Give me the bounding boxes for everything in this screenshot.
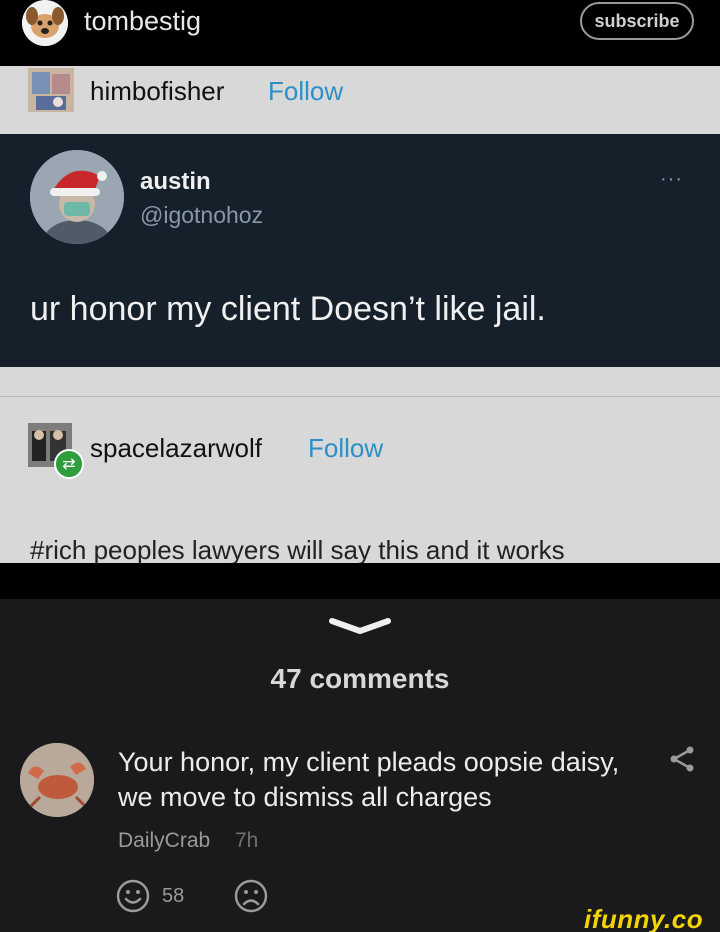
reblog-author-name[interactable]: spacelazarwolf <box>90 433 262 464</box>
chevron-down-icon[interactable] <box>328 617 392 637</box>
reblog-section: ⇄ spacelazarwolf Follow #rich peoples la… <box>0 367 720 565</box>
comments-section: 47 comments Your honor, my client pleads… <box>0 599 720 932</box>
blog-avatar-icon <box>28 68 74 112</box>
like-count: 58 <box>162 885 185 907</box>
post-author-name[interactable]: himbofisher <box>90 76 224 107</box>
comment-author[interactable]: DailyCrab <box>118 829 210 853</box>
frown-icon[interactable] <box>234 879 268 913</box>
comment-timestamp: 7h <box>235 829 259 852</box>
smile-icon[interactable] <box>116 879 150 913</box>
tweet-card: austin @igotnohoz ··· ur honor my client… <box>0 134 720 367</box>
reblog-icon: ⇄ <box>54 449 84 479</box>
divider <box>0 396 720 397</box>
comment-avatar[interactable] <box>20 743 94 817</box>
tweet-handle[interactable]: @igotnohoz <box>140 202 263 229</box>
user-avatar[interactable] <box>22 0 68 46</box>
comments-count: 47 comments <box>270 663 450 694</box>
tweet-avatar[interactable] <box>30 150 124 244</box>
more-options-icon[interactable]: ··· <box>660 168 683 191</box>
subscribe-button[interactable]: subscribe <box>580 2 694 40</box>
santa-hat-avatar-icon <box>30 150 124 244</box>
separator-band <box>0 563 720 599</box>
share-icon[interactable] <box>668 745 696 773</box>
comment-text: Your honor, my client pleads oopsie dais… <box>118 747 620 812</box>
tweet-text: ur honor my client Doesn’t like jail. <box>30 290 546 328</box>
follow-button[interactable]: Follow <box>268 76 343 107</box>
username[interactable]: tombestig <box>84 6 201 37</box>
tumblr-post-header: himbofisher Follow <box>0 66 720 134</box>
ifunny-watermark: ifunny.co <box>584 904 704 932</box>
top-bar: tombestig subscribe <box>0 0 720 66</box>
tweet-display-name[interactable]: austin <box>140 168 211 196</box>
himbofisher-avatar[interactable] <box>28 68 74 112</box>
dog-avatar-icon <box>22 0 68 46</box>
reblog-tag-text: #rich peoples lawyers will say this and … <box>30 535 565 565</box>
crab-avatar-icon <box>20 743 94 817</box>
follow-button[interactable]: Follow <box>308 433 383 464</box>
